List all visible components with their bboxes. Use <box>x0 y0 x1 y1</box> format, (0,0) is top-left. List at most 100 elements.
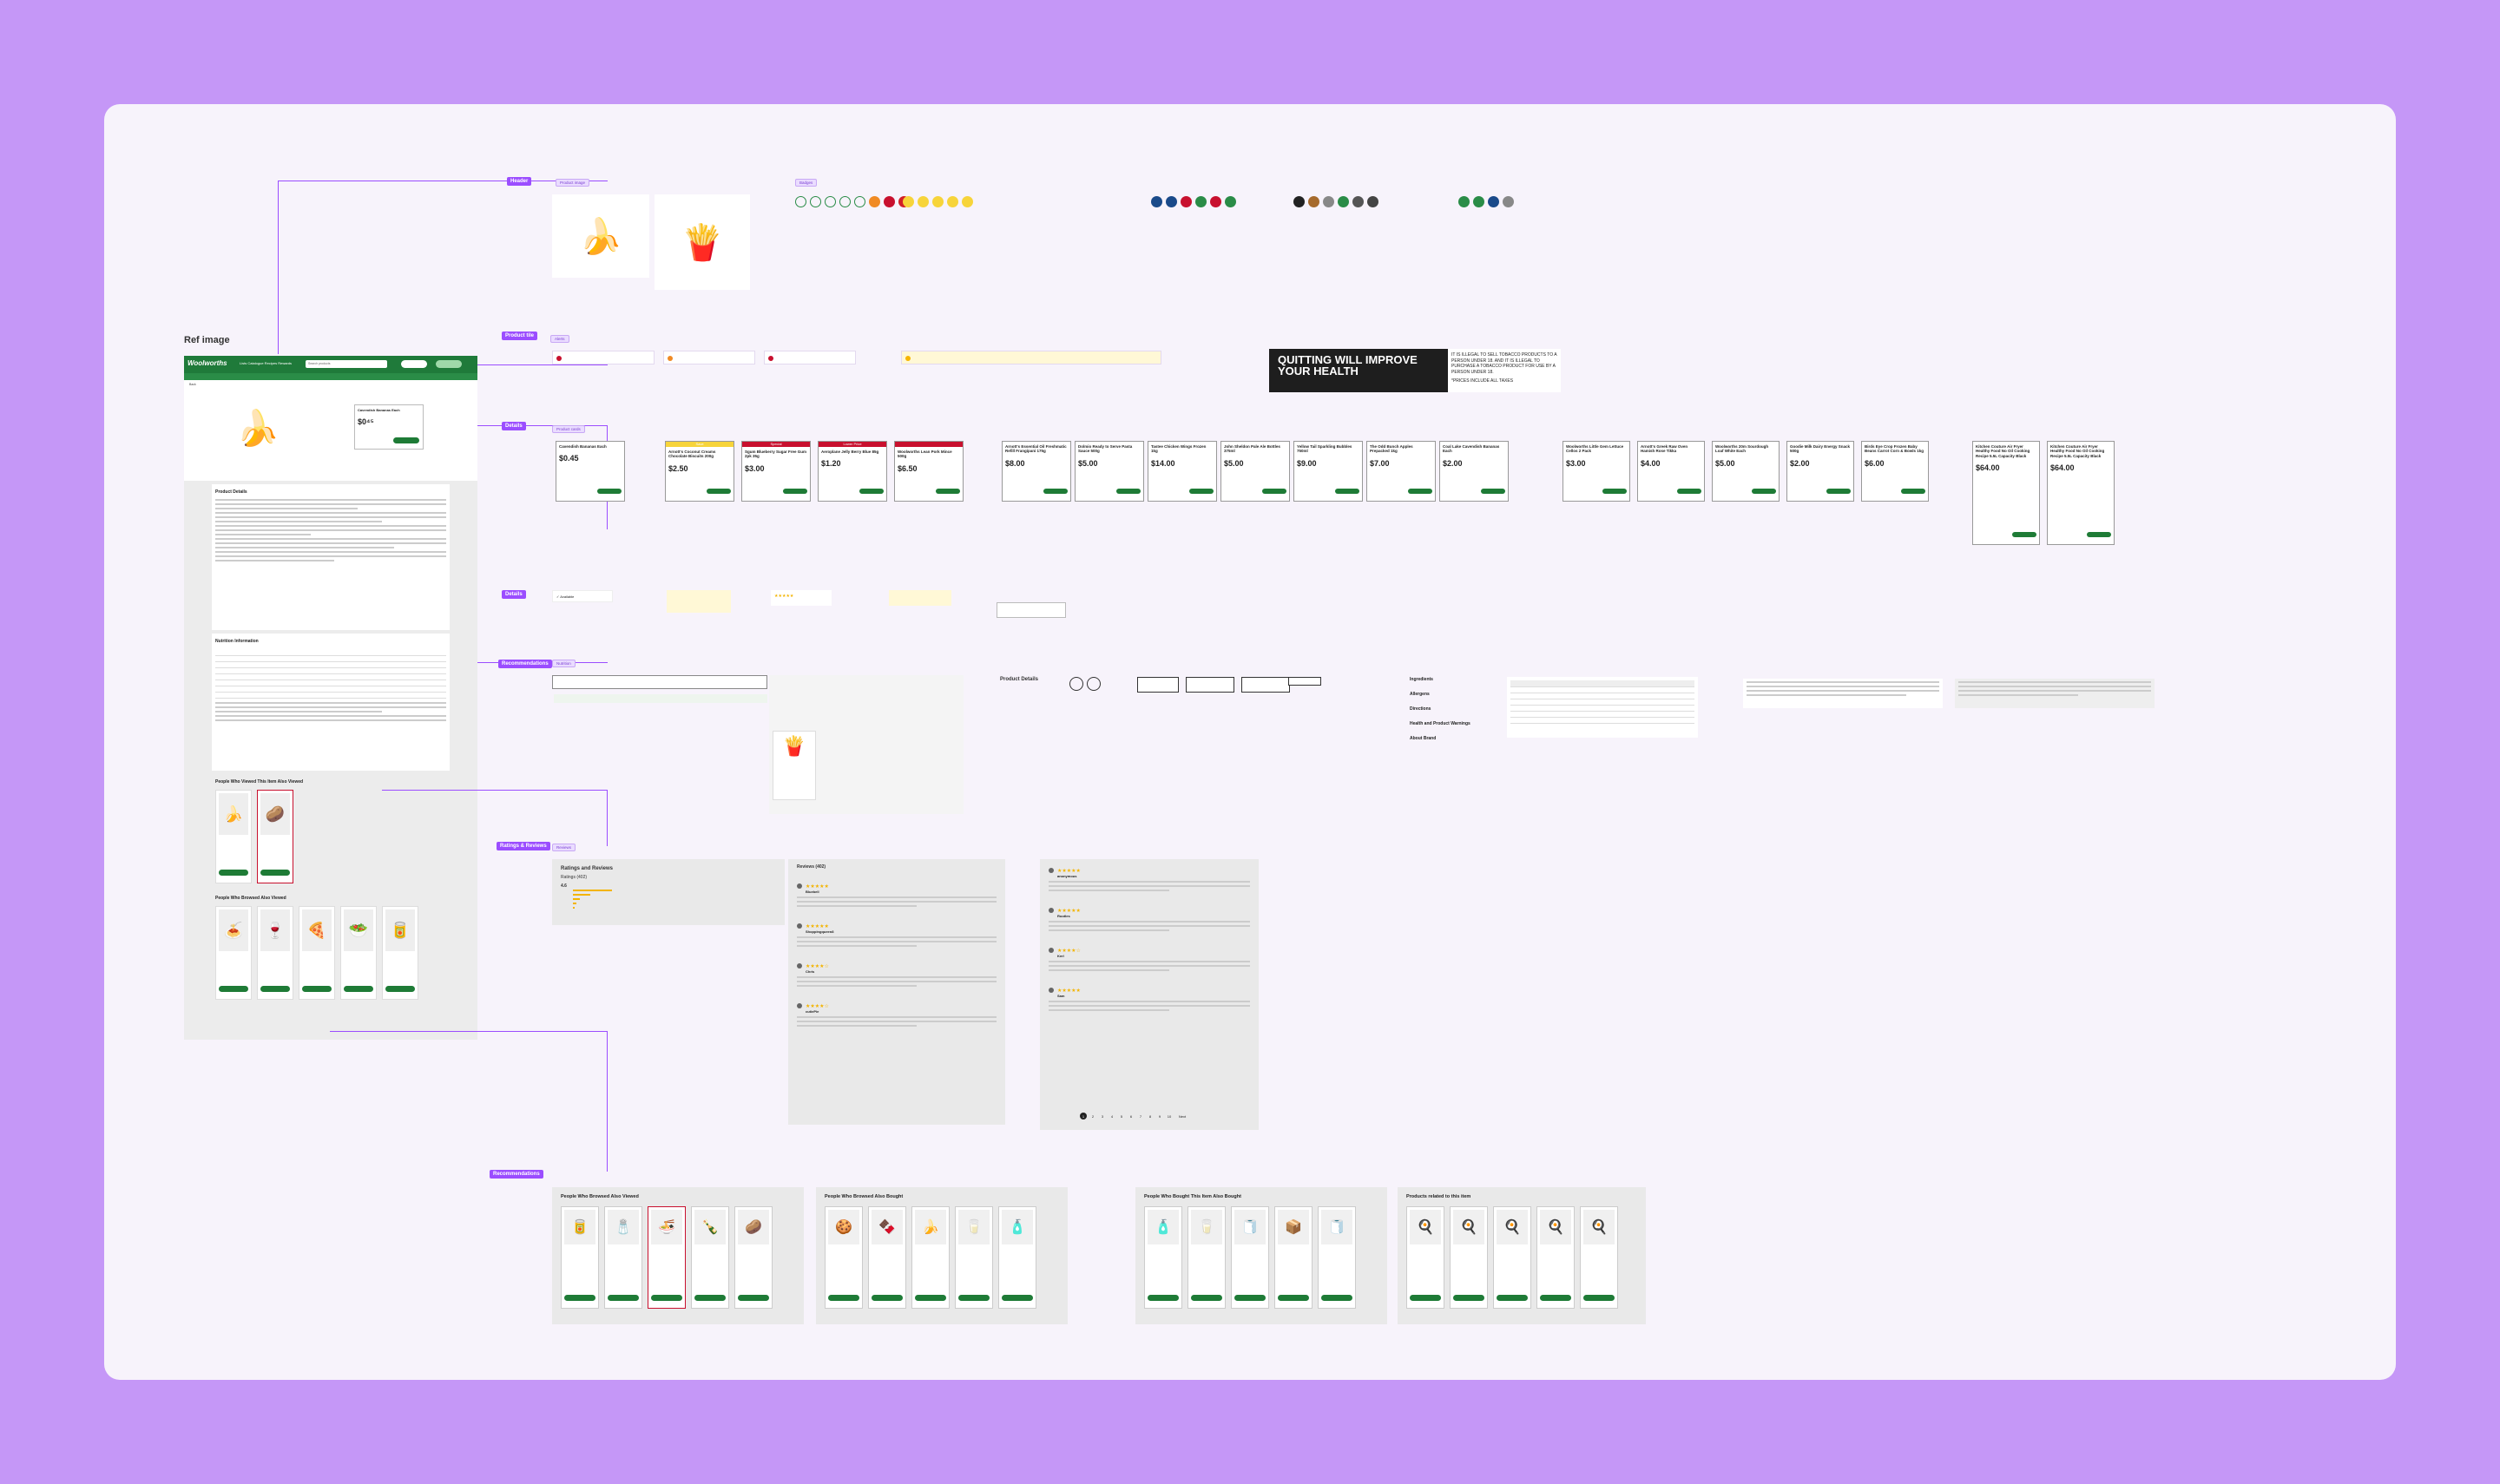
search-bar[interactable] <box>552 675 767 689</box>
product-card[interactable]: Yellow Tail Sparkling Bubbles 750ml $9.00 <box>1293 441 1363 502</box>
add-to-cart-button[interactable] <box>1410 1295 1441 1301</box>
chip[interactable]: ✓ Available <box>552 590 613 602</box>
add-to-cart-button[interactable] <box>1583 1295 1615 1301</box>
add-to-cart-button[interactable] <box>936 489 960 494</box>
page-link[interactable]: 6 <box>1128 1113 1135 1120</box>
product-card[interactable]: 🧴 <box>998 1206 1036 1309</box>
add-to-cart-button[interactable] <box>1278 1295 1309 1301</box>
product-card[interactable]: Arnott's Essential Oil Freshmatic Refill… <box>1002 441 1071 502</box>
add-to-cart-button[interactable] <box>1189 489 1214 494</box>
add-to-cart-button[interactable] <box>1148 1295 1179 1301</box>
page-link[interactable]: 5 <box>1118 1113 1125 1120</box>
details-accordion-item[interactable]: About Brand <box>1410 736 1470 741</box>
product-card[interactable]: Birds Eye Crop Frozen Baby Beans Carrot … <box>1861 441 1929 502</box>
add-to-cart-button[interactable] <box>783 489 807 494</box>
page-link[interactable]: 1 <box>1080 1113 1087 1120</box>
add-to-cart-button[interactable] <box>393 437 419 443</box>
product-card[interactable]: 🍌 <box>911 1206 950 1309</box>
ref-subnav[interactable] <box>184 373 477 380</box>
product-card[interactable]: 🍳 <box>1450 1206 1488 1309</box>
product-card[interactable]: 🧻 <box>1231 1206 1269 1309</box>
add-to-cart-button[interactable] <box>859 489 884 494</box>
page-link[interactable]: 7 <box>1137 1113 1144 1120</box>
add-to-cart-button[interactable] <box>738 1295 769 1301</box>
page-link[interactable]: 3 <box>1099 1113 1106 1120</box>
product-card[interactable]: 🍳 <box>1580 1206 1618 1309</box>
add-to-cart-button[interactable] <box>1002 1295 1033 1301</box>
product-card[interactable]: 🍾 <box>691 1206 729 1309</box>
product-card[interactable]: 🍳 <box>1406 1206 1444 1309</box>
add-to-cart-button[interactable] <box>1677 489 1701 494</box>
product-card[interactable]: Kitchen Couture Air Fryer Healthy Food N… <box>1972 441 2040 545</box>
add-to-cart-button[interactable] <box>651 1295 682 1301</box>
add-to-cart-button[interactable] <box>694 1295 726 1301</box>
product-card[interactable]: 🧴 <box>1144 1206 1182 1309</box>
product-card[interactable]: 🥔 <box>734 1206 773 1309</box>
product-card[interactable]: Woolworths Lean Pork Mince 500g $6.50 <box>894 441 964 502</box>
product-card[interactable]: Arnott's Greek Raw Oven Hamish Rose Tikk… <box>1637 441 1705 502</box>
input-field[interactable] <box>997 602 1066 618</box>
add-to-cart-button[interactable] <box>915 1295 946 1301</box>
product-card[interactable]: 🍫 <box>868 1206 906 1309</box>
add-to-cart-button[interactable] <box>1602 489 1627 494</box>
page-link[interactable]: 8 <box>1147 1113 1154 1120</box>
add-to-cart-button[interactable] <box>1901 489 1925 494</box>
cart-button[interactable] <box>436 360 462 368</box>
add-to-cart-button[interactable] <box>597 489 622 494</box>
add-to-cart-button[interactable] <box>2012 532 2036 537</box>
product-card[interactable]: 🍳 <box>1493 1206 1531 1309</box>
product-card[interactable]: Lower Price Aeroplane Jelly Berry Blue 85… <box>818 441 887 502</box>
product-card[interactable]: 🍌 <box>215 790 252 883</box>
page-link[interactable]: 2 <box>1089 1113 1096 1120</box>
login-button[interactable] <box>401 360 427 368</box>
product-card[interactable]: Dolmio Ready to Serve Pasta Sauce 500g $5… <box>1075 441 1144 502</box>
add-to-cart-button[interactable] <box>1408 489 1432 494</box>
product-card[interactable]: Save Arnott's Coconut Creams Chocolate Bi… <box>665 441 734 502</box>
product-card[interactable]: 🧻 <box>1318 1206 1356 1309</box>
add-to-cart-button[interactable] <box>1191 1295 1222 1301</box>
add-to-cart-button[interactable] <box>1497 1295 1528 1301</box>
product-card[interactable]: Woolworths Little Gem Lettuce Cellos 2 P… <box>1562 441 1630 502</box>
product-card[interactable]: The Odd Bunch Apples Prepacked 1kg $7.00 <box>1366 441 1436 502</box>
product-card[interactable]: 🧂 <box>604 1206 642 1309</box>
product-card[interactable]: 🥫 <box>561 1206 599 1309</box>
add-to-cart-button[interactable] <box>1481 489 1505 494</box>
product-card[interactable]: Tastee Chicken Wings Frozen 1kg $14.00 <box>1148 441 1217 502</box>
product-card[interactable]: Woolworths 20m Sourdough Loaf White Each… <box>1712 441 1780 502</box>
details-accordion-item[interactable]: Health and Product Warnings <box>1410 721 1470 726</box>
page-link[interactable]: 4 <box>1109 1113 1115 1120</box>
product-card[interactable]: 🍪 <box>825 1206 863 1309</box>
details-accordion-item[interactable]: Ingredients <box>1410 677 1470 682</box>
product-card[interactable]: 🥗 <box>340 906 377 1000</box>
add-to-cart-button[interactable] <box>1262 489 1286 494</box>
add-to-cart-button[interactable] <box>707 489 731 494</box>
add-to-cart-button[interactable] <box>1752 489 1776 494</box>
details-accordion-item[interactable]: Allergens <box>1410 692 1470 697</box>
page-link[interactable]: 10 <box>1166 1113 1173 1120</box>
add-to-cart-button[interactable] <box>564 1295 595 1301</box>
page-link[interactable]: 9 <box>1156 1113 1163 1120</box>
product-card[interactable]: 📦 <box>1274 1206 1312 1309</box>
product-card[interactable]: Coal Lake Cavendish Bananas Each $2.00 <box>1439 441 1509 502</box>
product-card[interactable]: 🍝 <box>215 906 252 1000</box>
search-input[interactable]: Search products <box>306 360 387 368</box>
product-card[interactable]: 🥫 <box>382 906 418 1000</box>
add-to-cart-button[interactable] <box>958 1295 990 1301</box>
product-card[interactable]: Goodie Milk Dairy Energy Snack 500g $2.00 <box>1786 441 1854 502</box>
product-card[interactable]: 🍷 <box>257 906 293 1000</box>
product-card[interactable]: Cavendish Bananas Each $0.45 <box>556 441 625 502</box>
add-to-cart-button[interactable] <box>1826 489 1851 494</box>
product-card[interactable]: 🥛 <box>1188 1206 1226 1309</box>
breadcrumb[interactable]: Back <box>184 380 477 389</box>
product-card[interactable]: 🥔 <box>257 790 293 883</box>
product-card[interactable]: Kitchen Couture Air Fryer Healthy Food N… <box>2047 441 2115 545</box>
add-to-cart-button[interactable] <box>1234 1295 1266 1301</box>
add-to-cart-button[interactable] <box>872 1295 903 1301</box>
product-card[interactable]: 🍳 <box>1536 1206 1575 1309</box>
product-card[interactable]: Special Sgum Blueberry Sugar Free Gum 2pk… <box>741 441 811 502</box>
page-link[interactable]: Next <box>1175 1113 1189 1120</box>
product-card[interactable]: 🍕 <box>299 906 335 1000</box>
product-card[interactable]: John Sheldon Pale Ale Bottles 375ml $5.00 <box>1220 441 1290 502</box>
add-to-cart-button[interactable] <box>1321 1295 1352 1301</box>
add-to-cart-button[interactable] <box>1043 489 1068 494</box>
